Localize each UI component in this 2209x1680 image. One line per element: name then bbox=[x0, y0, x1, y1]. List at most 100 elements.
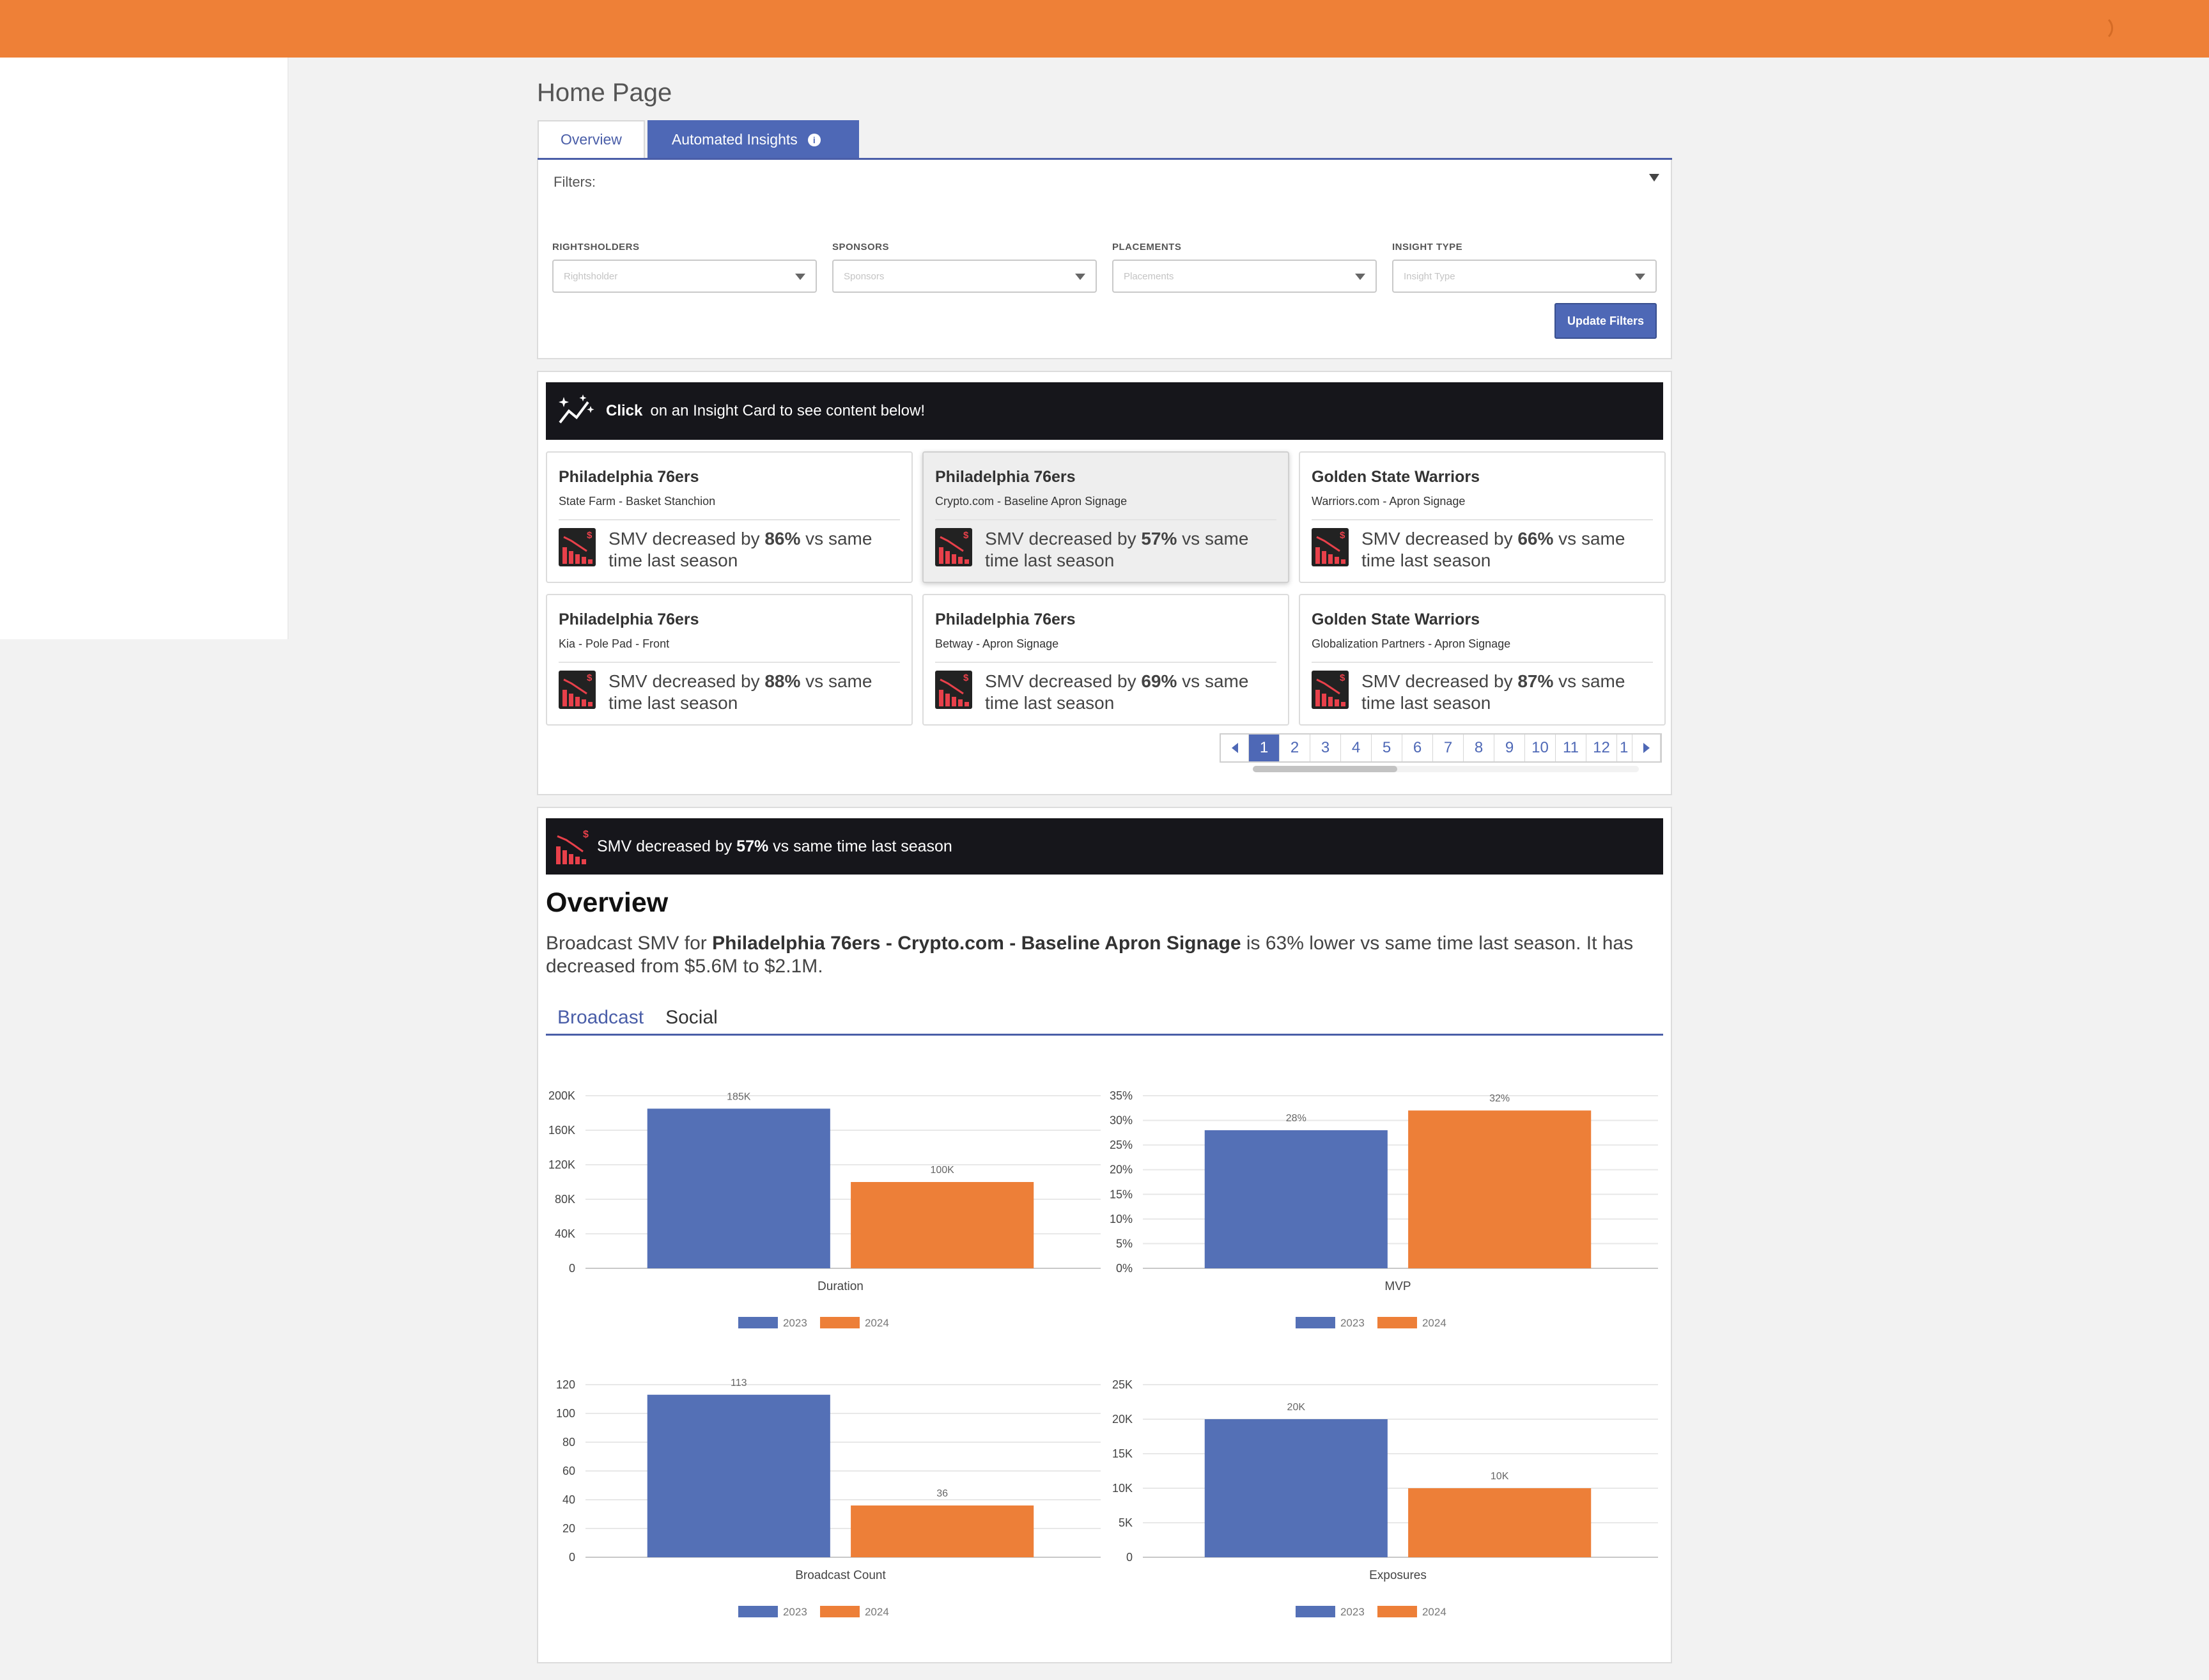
legend-swatch bbox=[819, 1317, 860, 1328]
sponsors-label: SPONSORS bbox=[832, 242, 890, 253]
sidebar bbox=[0, 58, 288, 639]
insights-panel: Click on an Insight Card to see content b… bbox=[537, 371, 1672, 795]
pagination-scrollbar[interactable] bbox=[1253, 766, 1639, 772]
y-tick-label: 0 bbox=[569, 1262, 575, 1275]
bar-2024[interactable] bbox=[851, 1505, 1034, 1557]
insight-instruction-banner: Click on an Insight Card to see content b… bbox=[546, 382, 1663, 440]
card-message: SMV decreased by 87% vs same time last s… bbox=[1361, 671, 1655, 714]
scrollbar-thumb[interactable] bbox=[1253, 766, 1397, 772]
insight-card[interactable]: Philadelphia 76ers State Farm - Basket St… bbox=[546, 451, 913, 583]
bar-chart: 0 40K 80K 120K 160K 200K 185K 100K Duration 2023 2… bbox=[548, 1089, 1101, 1329]
page-6-button[interactable]: 6 bbox=[1402, 735, 1433, 761]
prev-page-button[interactable] bbox=[1221, 735, 1249, 761]
y-tick-label: 80K bbox=[555, 1193, 575, 1206]
loading-spinner-icon bbox=[2088, 15, 2113, 41]
page-3-button[interactable]: 3 bbox=[1310, 735, 1341, 761]
detail-banner-post: vs same time last season bbox=[768, 837, 952, 855]
insight-card[interactable]: Golden State Warriors Warriors.com - Apro… bbox=[1299, 451, 1666, 583]
insight-type-select[interactable]: Insight Type bbox=[1392, 260, 1657, 293]
y-tick-label: 100 bbox=[556, 1407, 575, 1420]
data-label: 10K bbox=[1491, 1471, 1509, 1482]
collapse-caret-icon[interactable] bbox=[1649, 174, 1659, 182]
page-5-button[interactable]: 5 bbox=[1372, 735, 1402, 761]
card-placement: Globalization Partners - Apron Signage bbox=[1312, 637, 1511, 650]
bar-2023[interactable] bbox=[647, 1394, 830, 1557]
declining-bars-dollar-icon: $ bbox=[935, 671, 972, 709]
x-category-label: Broadcast Count bbox=[795, 1569, 886, 1582]
page-1-button[interactable]: 1 bbox=[1249, 735, 1280, 761]
y-tick-label: 25K bbox=[1112, 1378, 1133, 1391]
insight-card[interactable]: Golden State Warriors Globalization Partn… bbox=[1299, 594, 1666, 726]
rightsholders-select[interactable]: Rightsholder bbox=[552, 260, 817, 293]
card-team: Golden State Warriors bbox=[1312, 468, 1480, 486]
card-percent: 57% bbox=[1141, 529, 1177, 548]
sponsors-select[interactable]: Sponsors bbox=[832, 260, 1097, 293]
placements-label: PLACEMENTS bbox=[1112, 242, 1182, 253]
card-team: Philadelphia 76ers bbox=[935, 611, 1076, 628]
bar-2024[interactable] bbox=[1408, 1488, 1592, 1557]
data-label: 113 bbox=[731, 1378, 747, 1388]
card-placement: Betway - Apron Signage bbox=[935, 637, 1059, 650]
card-message: SMV decreased by 57% vs same time last s… bbox=[985, 528, 1279, 572]
card-message-pre: SMV decreased by bbox=[985, 671, 1142, 691]
tab-social[interactable]: Social bbox=[655, 1002, 729, 1034]
insight-card[interactable]: Philadelphia 76ers Crypto.com - Baseline … bbox=[922, 451, 1289, 583]
page-11-button[interactable]: 11 bbox=[1556, 735, 1586, 761]
card-percent: 88% bbox=[764, 671, 801, 691]
insight-card[interactable]: Philadelphia 76ers Kia - Pole Pad - Front… bbox=[546, 594, 913, 726]
overview-summary-pre: Broadcast SMV for bbox=[546, 933, 713, 954]
card-divider bbox=[1312, 519, 1653, 520]
insight-card[interactable]: Philadelphia 76ers Betway - Apron Signage… bbox=[922, 594, 1289, 726]
page-partial-button[interactable]: 1 bbox=[1617, 735, 1632, 761]
dropdown-arrow-icon bbox=[1355, 274, 1365, 280]
y-tick-label: 0 bbox=[1126, 1551, 1133, 1564]
bar-2023[interactable] bbox=[1204, 1419, 1388, 1557]
legend-label: 2023 bbox=[783, 1317, 807, 1329]
bar-chart: 0 20 40 60 80 100 120 113 36 Broadcast Count 2023 2… bbox=[556, 1378, 1101, 1618]
y-tick-label: 120K bbox=[548, 1158, 575, 1171]
bar-chart: 0% 5% 10% 15% 20% 25% 30% 35% 28% 32% MVP 2023 2024 bbox=[1110, 1089, 1658, 1329]
detail-banner-pct: 57% bbox=[736, 837, 769, 855]
overview-summary-entity: Philadelphia 76ers - Crypto.com - Baseli… bbox=[712, 933, 1241, 954]
next-page-button[interactable] bbox=[1632, 735, 1661, 761]
page-10-button[interactable]: 10 bbox=[1525, 735, 1556, 761]
declining-bars-dollar-icon: $ bbox=[556, 829, 589, 864]
dropdown-arrow-icon bbox=[795, 274, 805, 280]
card-team: Philadelphia 76ers bbox=[559, 468, 699, 486]
tab-overview[interactable]: Overview bbox=[538, 120, 645, 158]
page-12-button[interactable]: 12 bbox=[1586, 735, 1617, 761]
bar-2023[interactable] bbox=[1204, 1130, 1388, 1268]
legend-label: 2024 bbox=[1422, 1606, 1446, 1618]
page-8-button[interactable]: 8 bbox=[1464, 735, 1494, 761]
page-4-button[interactable]: 4 bbox=[1341, 735, 1372, 761]
card-divider bbox=[935, 662, 1276, 663]
bar-2024[interactable] bbox=[851, 1182, 1034, 1268]
tab-overview-label: Overview bbox=[561, 131, 622, 148]
placements-select[interactable]: Placements bbox=[1112, 260, 1377, 293]
main-content: Home Page Overview Automated Insights i F… bbox=[537, 58, 1672, 1663]
y-tick-label: 0 bbox=[569, 1551, 575, 1564]
y-tick-label: 80 bbox=[562, 1436, 575, 1449]
bar-2024[interactable] bbox=[1408, 1110, 1592, 1268]
tab-automated-insights-label: Automated Insights bbox=[671, 131, 798, 148]
update-filters-button[interactable]: Update Filters bbox=[1554, 303, 1657, 339]
declining-bars-dollar-icon: $ bbox=[559, 528, 596, 566]
data-label: 28% bbox=[1286, 1113, 1306, 1124]
card-divider bbox=[559, 662, 900, 663]
card-message-pre: SMV decreased by bbox=[1361, 671, 1518, 691]
placements-placeholder: Placements bbox=[1124, 271, 1174, 282]
tab-automated-insights[interactable]: Automated Insights i bbox=[647, 120, 859, 158]
legend-label: 2024 bbox=[865, 1606, 889, 1618]
bar-2023[interactable] bbox=[647, 1108, 830, 1268]
tab-broadcast[interactable]: Broadcast bbox=[546, 1002, 655, 1034]
legend-swatch bbox=[738, 1317, 778, 1328]
chevron-right-icon bbox=[1643, 743, 1650, 753]
sparkle-trend-icon bbox=[559, 394, 594, 424]
tab-bar: Overview Automated Insights i bbox=[538, 120, 1672, 160]
info-icon[interactable]: i bbox=[807, 133, 821, 146]
card-message-pre: SMV decreased by bbox=[1361, 529, 1518, 548]
page-2-button[interactable]: 2 bbox=[1280, 735, 1310, 761]
banner-bold-text: Click bbox=[606, 402, 643, 419]
page-9-button[interactable]: 9 bbox=[1494, 735, 1525, 761]
page-7-button[interactable]: 7 bbox=[1433, 735, 1464, 761]
